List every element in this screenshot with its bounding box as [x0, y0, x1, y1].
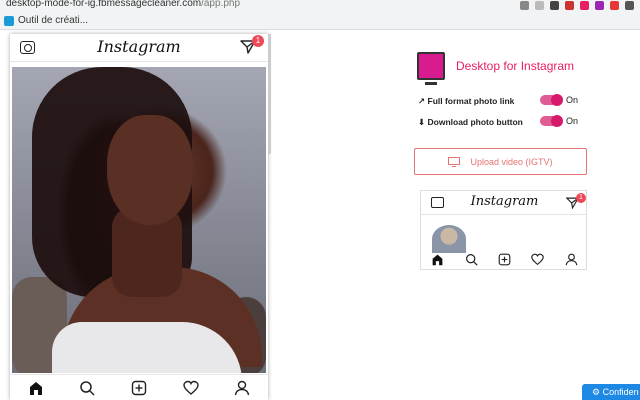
extension-icon[interactable] [610, 0, 619, 10]
add-icon[interactable] [131, 380, 147, 396]
url-path: /app.php [201, 0, 241, 9]
upload-video-button[interactable]: Upload video (IGTV) [414, 148, 587, 175]
bookmark-icon [4, 15, 14, 26]
bookmark-item[interactable]: Outil de créati... [4, 15, 88, 26]
instagram-phone-view: Instagram 1 [10, 34, 268, 400]
address-bar[interactable]: desktop-mode-for-ig.fbmessagecleaner.com… [6, 0, 240, 9]
option-full-format: ↗ Full format photo link [418, 96, 514, 107]
preview-bottom-nav [421, 249, 586, 269]
full-format-toggle[interactable] [540, 94, 563, 106]
notification-badge: 1 [252, 35, 264, 47]
download-toggle[interactable] [540, 115, 563, 127]
search-icon[interactable] [79, 380, 95, 396]
external-link-icon: ↗ [418, 96, 426, 106]
instagram-preview: Instagram 1 [420, 190, 587, 270]
url-host: desktop-mode-for-ig.fbmessagecleaner.com [6, 0, 202, 9]
scrollbar[interactable] [268, 34, 271, 154]
option-label: Full format photo link [427, 96, 515, 106]
add-icon [498, 253, 511, 265]
bookmarks-bar: Outil de créati... [0, 12, 640, 30]
preview-header: Instagram 1 [421, 191, 586, 215]
photo-face [107, 115, 193, 225]
extension-icons [520, 0, 634, 10]
extension-icon[interactable] [520, 0, 529, 10]
confid-label: Confiden [602, 387, 639, 397]
desktop-app-icon [417, 52, 445, 85]
instagram-header: Instagram 1 [10, 34, 268, 62]
star-icon[interactable] [535, 0, 544, 10]
browser-toolbar: desktop-mode-for-ig.fbmessagecleaner.com… [0, 0, 640, 12]
toggle-state: On [566, 116, 579, 126]
home-icon [432, 254, 443, 265]
download-icon: ⬇ [418, 117, 426, 127]
search-icon [465, 253, 478, 266]
instagram-bottom-nav [10, 374, 268, 400]
home-icon[interactable] [28, 380, 44, 396]
extension-icon[interactable] [625, 0, 634, 10]
heart-icon [531, 253, 545, 265]
monitor-icon [448, 156, 461, 167]
gear-icon: ⚙ [592, 387, 601, 397]
extension-icon[interactable] [565, 0, 574, 10]
extension-icon[interactable] [595, 0, 604, 10]
preview-badge: 1 [576, 193, 586, 203]
app-title: Desktop for Instagram [456, 59, 575, 73]
preview-logo: Instagram [470, 194, 539, 209]
extension-icon[interactable] [580, 0, 589, 10]
bookmark-label: Outil de créati... [18, 15, 89, 26]
post-photo[interactable] [12, 67, 266, 373]
option-download: ⬇ Download photo button [418, 117, 523, 128]
instagram-logo: Instagram [97, 37, 181, 56]
extension-icon[interactable] [550, 0, 559, 10]
confidentiality-button[interactable]: ⚙ Confiden [582, 384, 640, 400]
option-label: Download photo button [427, 117, 523, 127]
toggle-state: On [566, 95, 579, 105]
heart-icon[interactable] [182, 380, 199, 396]
profile-icon [565, 253, 578, 265]
upload-label: Upload video (IGTV) [470, 156, 553, 167]
profile-icon[interactable] [234, 380, 250, 396]
